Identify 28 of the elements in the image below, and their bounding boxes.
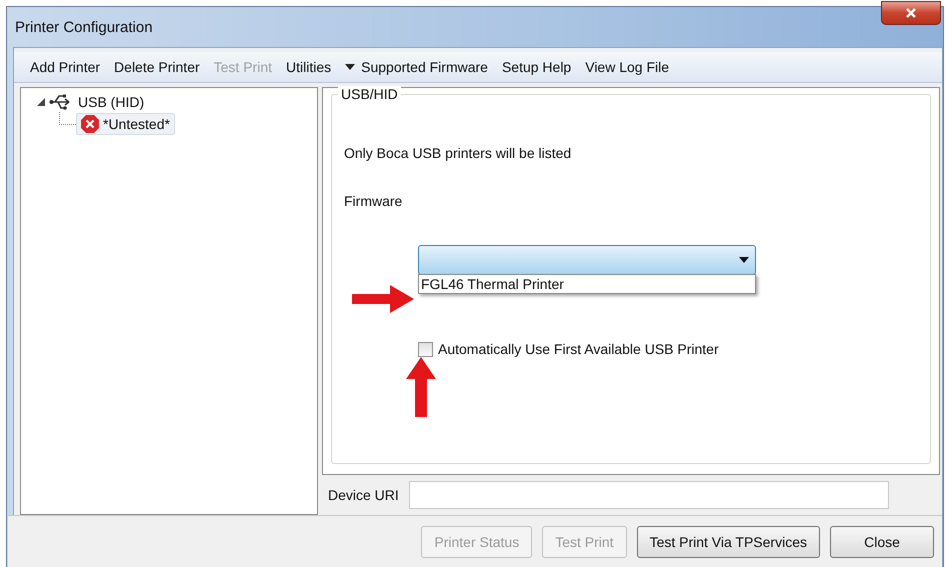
window-title: Printer Configuration xyxy=(15,18,153,36)
group-title: USB/HID xyxy=(338,86,401,102)
toolbar-button[interactable]: Setup Help xyxy=(496,57,578,77)
toolbar-button[interactable]: Utilities xyxy=(280,57,338,77)
toolbar-button[interactable]: View Log File xyxy=(579,57,676,77)
toolbar-button[interactable]: Add Printer xyxy=(24,57,106,77)
checkbox[interactable] xyxy=(418,342,433,356)
up-arrow xyxy=(406,357,436,417)
caret-icon xyxy=(739,257,749,263)
dropdown-option[interactable]: FGL46 Thermal Printer xyxy=(419,275,755,293)
tree-item[interactable]: USB (HID) xyxy=(75,93,148,111)
device-uri-field[interactable] xyxy=(408,481,889,509)
checkbox-label: Automatically Use First Available USB Printer xyxy=(438,341,719,357)
tree-item[interactable]: *Untested* xyxy=(76,113,175,135)
dialog-button[interactable]: Test Print Via TPServices xyxy=(636,526,820,558)
firmware-label: Firmware xyxy=(344,193,404,209)
device-uri-label: Device URI xyxy=(328,487,399,503)
close-button[interactable] xyxy=(881,1,941,25)
firmware-dropdown[interactable] xyxy=(418,245,756,275)
usb-icon xyxy=(49,93,71,111)
caret-icon xyxy=(345,64,356,70)
toolbar-button[interactable]: Supported Firmware xyxy=(339,57,494,77)
right-arrow xyxy=(352,285,414,313)
close-icon xyxy=(905,7,917,19)
toolbar-button[interactable]: Delete Printer xyxy=(108,57,206,77)
expanded-triangle-icon[interactable] xyxy=(37,98,45,106)
dialog-button[interactable]: Close xyxy=(830,526,934,558)
info-text: Only Boca USB printers will be listed xyxy=(344,145,572,161)
